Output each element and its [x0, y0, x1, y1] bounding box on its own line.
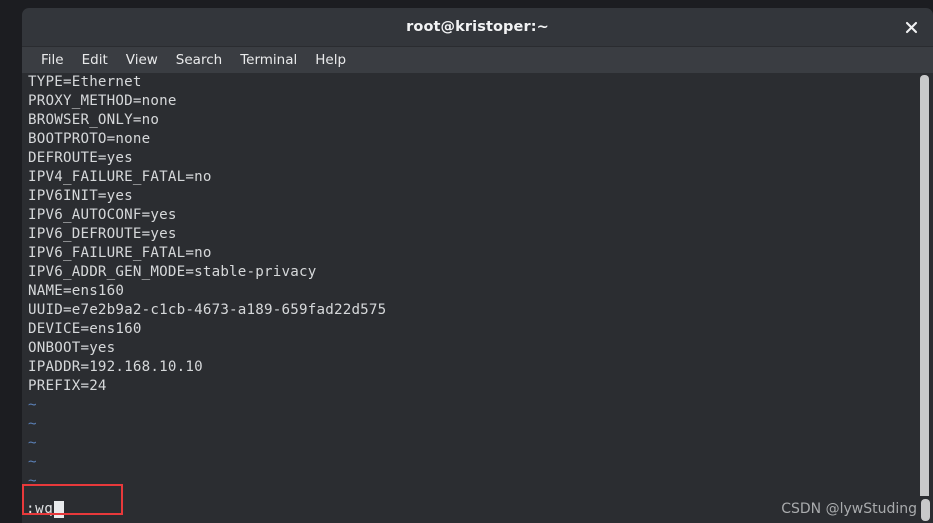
window-title: root@kristoper:~: [406, 19, 549, 35]
block-cursor: [54, 500, 65, 518]
scrollbar-thumb-end[interactable]: [921, 499, 930, 521]
vim-status-line: :wq CSDN @lywStuding: [22, 496, 933, 523]
terminal-line: DEVICE=ens160: [28, 321, 142, 337]
terminal-line: IPADDR=192.168.10.10: [28, 359, 203, 375]
terminal-line: DEFROUTE=yes: [28, 150, 133, 166]
terminal-line: TYPE=Ethernet: [28, 74, 142, 90]
terminal-line: PROXY_METHOD=none: [28, 93, 177, 109]
vim-command-text: :wq: [26, 501, 54, 517]
terminal-line: NAME=ens160: [28, 283, 125, 299]
vim-empty-line-marker: ~: [28, 473, 37, 489]
menu-item-search[interactable]: Search: [167, 50, 231, 70]
menu-item-file[interactable]: File: [32, 50, 73, 70]
vim-empty-line-marker: ~: [28, 454, 37, 470]
menubar: File Edit View Search Terminal Help: [22, 46, 933, 73]
terminal-line: IPV6INIT=yes: [28, 188, 133, 204]
terminal-line: BROWSER_ONLY=no: [28, 112, 160, 128]
vim-empty-line-marker: ~: [28, 397, 37, 413]
terminal-line: IPV6_AUTOCONF=yes: [28, 207, 177, 223]
terminal-line: IPV6_ADDR_GEN_MODE=stable-privacy: [28, 264, 317, 280]
terminal-line: ONBOOT=yes: [28, 340, 116, 356]
vim-command-line[interactable]: :wq: [26, 499, 65, 519]
scrollbar[interactable]: [917, 73, 933, 523]
watermark: CSDN @lywStuding: [781, 501, 917, 517]
terminal-line: BOOTPROTO=none: [28, 131, 151, 147]
terminal-line: UUID=e7e2b9a2-c1cb-4673-a189-659fad22d57…: [28, 302, 387, 318]
terminal-line: IPV6_DEFROUTE=yes: [28, 226, 177, 242]
terminal-line: IPV6_FAILURE_FATAL=no: [28, 245, 212, 261]
terminal-window: root@kristoper:~ File Edit View Search T…: [22, 8, 933, 523]
menu-item-help[interactable]: Help: [306, 50, 355, 70]
terminal-line: PREFIX=24: [28, 378, 107, 394]
terminal-body[interactable]: TYPE=Ethernet PROXY_METHOD=none BROWSER_…: [22, 73, 933, 523]
vim-empty-line-marker: ~: [28, 416, 37, 432]
menu-item-edit[interactable]: Edit: [73, 50, 117, 70]
screen: root@kristoper:~ File Edit View Search T…: [0, 0, 933, 523]
close-icon[interactable]: [899, 16, 923, 39]
menu-item-view[interactable]: View: [117, 50, 167, 70]
vim-empty-line-marker: ~: [28, 435, 37, 451]
window-titlebar[interactable]: root@kristoper:~: [22, 8, 933, 46]
terminal-line: IPV4_FAILURE_FATAL=no: [28, 169, 212, 185]
menu-item-terminal[interactable]: Terminal: [231, 50, 306, 70]
terminal-text-area: TYPE=Ethernet PROXY_METHOD=none BROWSER_…: [25, 73, 917, 510]
scrollbar-thumb[interactable]: [920, 75, 929, 515]
